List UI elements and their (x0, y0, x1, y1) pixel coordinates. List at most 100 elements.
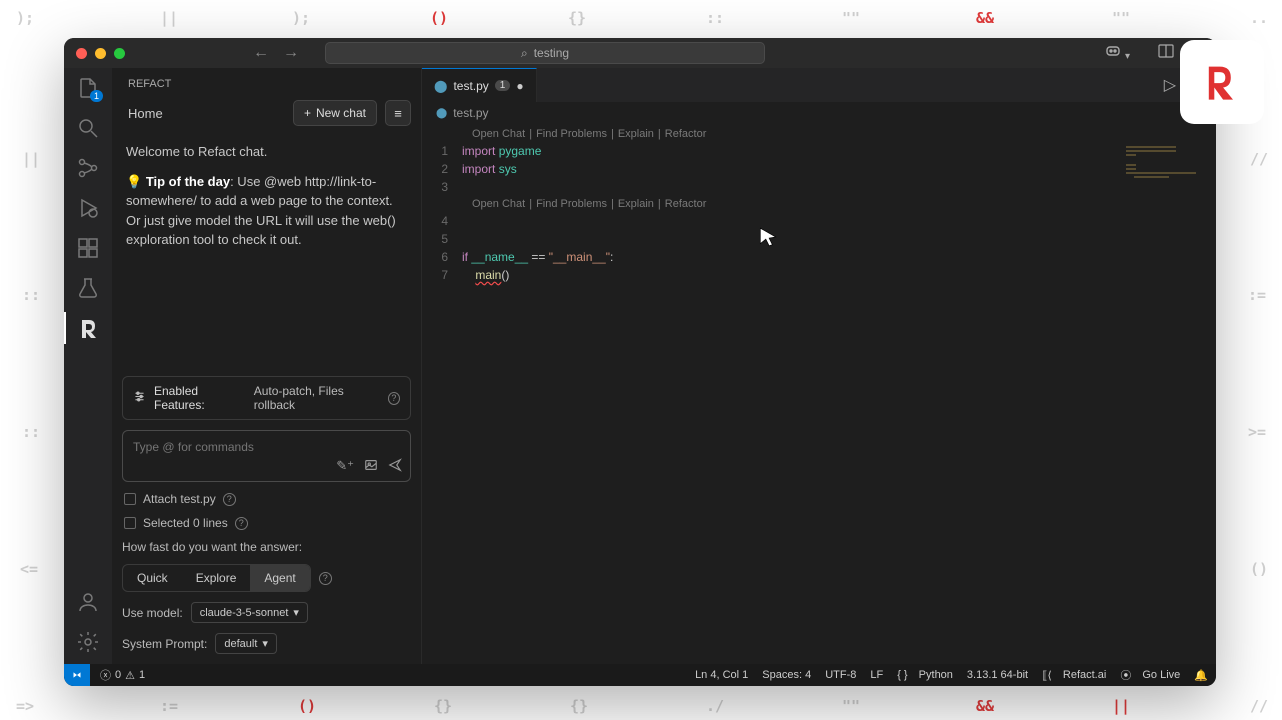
copilot-icon[interactable]: ▾ (1105, 43, 1130, 64)
sysprompt-select[interactable]: default▾ (215, 633, 277, 654)
layout-panel-icon[interactable] (1158, 43, 1174, 64)
codelens-open-chat[interactable]: Open Chat (472, 198, 525, 210)
go-live[interactable]: ⦿ Go Live (1120, 667, 1180, 683)
account-icon[interactable] (76, 590, 100, 614)
magic-icon[interactable]: ✎⁺ (336, 458, 354, 475)
nav-back-icon[interactable]: ← (253, 44, 269, 62)
code-editor[interactable]: Open Chat | Find Problems | Explain | Re… (422, 124, 1216, 664)
codelens-find-problems[interactable]: Find Problems (536, 128, 607, 140)
codelens-explain[interactable]: Explain (618, 198, 654, 210)
seg-quick[interactable]: Quick (123, 565, 182, 591)
plus-icon: + (304, 106, 311, 120)
line-number: 3 (422, 180, 462, 194)
code-line[interactable]: 1import pygame (422, 142, 1216, 160)
help-icon[interactable]: ? (319, 572, 332, 585)
panel-title: REFACT (112, 68, 421, 94)
line-number: 4 (422, 214, 462, 228)
tab-problem-badge: 1 (495, 80, 511, 91)
selected-lines-checkbox[interactable]: Selected 0 lines? (122, 516, 411, 530)
codelens-refactor[interactable]: Refactor (665, 128, 707, 140)
activity-bar: 1 (64, 68, 112, 664)
settings-gear-icon[interactable] (76, 630, 100, 654)
sysprompt-label: System Prompt: (122, 637, 207, 651)
python-file-icon: ⬤ (434, 79, 447, 93)
editor-area: ⬤ test.py 1 ● ▷ ⋯ ⬤ test.py Open Chat | … (422, 68, 1216, 664)
search-icon: ⌕ (521, 46, 528, 61)
minimap[interactable] (1116, 146, 1216, 246)
code-line[interactable]: 5 (422, 230, 1216, 248)
python-env[interactable]: 3.13.1 64-bit (967, 669, 1028, 681)
bell-icon[interactable]: 🔔 (1194, 669, 1208, 682)
explorer-icon[interactable]: 1 (76, 76, 100, 100)
code-line[interactable]: 6if __name__ == "__main__": (422, 248, 1216, 266)
minimize-window-icon[interactable] (95, 48, 106, 59)
code-line[interactable]: 7 main() (422, 266, 1216, 284)
line-number: 1 (422, 144, 462, 158)
vscode-window: ← → ⌕ testing ▾ 1 (64, 38, 1216, 686)
problems-status[interactable]: ⓧ0 ⚠1 (100, 667, 145, 683)
eol-status[interactable]: LF (870, 669, 883, 681)
remote-indicator[interactable] (64, 664, 90, 686)
chevron-down-icon: ▾ (262, 637, 268, 650)
tab-test-py[interactable]: ⬤ test.py 1 ● (422, 68, 537, 102)
enabled-features: Enabled Features: Auto-patch, Files roll… (122, 376, 411, 420)
command-center[interactable]: ⌕ testing (325, 42, 765, 64)
search-text: testing (534, 46, 569, 60)
attach-file-checkbox[interactable]: Attach test.py? (122, 492, 411, 506)
line-number: 7 (422, 268, 462, 282)
breadcrumb[interactable]: ⬤ test.py (422, 102, 1216, 124)
chat-input[interactable]: ✎⁺ (122, 430, 411, 482)
home-link[interactable]: Home (122, 106, 285, 121)
explorer-badge: 1 (90, 90, 103, 102)
modified-dot-icon: ● (516, 79, 523, 93)
lang-status[interactable]: { } Python (897, 669, 953, 681)
run-icon[interactable]: ▷ (1164, 75, 1176, 95)
refact-icon: ⟦⟨ (1042, 669, 1052, 682)
code-line[interactable]: 3 (422, 178, 1216, 196)
chat-input-field[interactable] (133, 440, 400, 454)
model-select[interactable]: claude-3-5-sonnet▾ (191, 602, 308, 623)
nav-forward-icon[interactable]: → (283, 44, 299, 62)
help-icon[interactable]: ? (388, 392, 400, 405)
tip-of-day: 💡 Tip of the day: Use @web http://link-t… (126, 172, 407, 250)
code-line[interactable]: 4 (422, 212, 1216, 230)
close-window-icon[interactable] (76, 48, 87, 59)
status-bar: ⓧ0 ⚠1 Ln 4, Col 1 Spaces: 4 UTF-8 LF { }… (64, 664, 1216, 686)
refact-activity-icon[interactable] (76, 316, 100, 340)
send-icon[interactable] (388, 458, 402, 475)
extensions-icon[interactable] (76, 236, 100, 260)
panel-menu-button[interactable]: ≡ (385, 100, 411, 126)
help-icon[interactable]: ? (235, 517, 248, 530)
seg-explore[interactable]: Explore (182, 565, 251, 591)
maximize-window-icon[interactable] (114, 48, 125, 59)
codelens-refactor[interactable]: Refactor (665, 198, 707, 210)
welcome-text: Welcome to Refact chat. (126, 142, 407, 162)
testing-icon[interactable] (76, 276, 100, 300)
line-number: 6 (422, 250, 462, 264)
help-icon[interactable]: ? (223, 493, 236, 506)
search-activity-icon[interactable] (76, 116, 100, 140)
titlebar: ← → ⌕ testing ▾ (64, 38, 1216, 68)
broadcast-icon: ⦿ (1120, 667, 1131, 683)
codelens-open-chat[interactable]: Open Chat (472, 128, 525, 140)
seg-agent[interactable]: Agent (250, 565, 309, 591)
python-file-icon: ⬤ (436, 108, 447, 119)
indent-status[interactable]: Spaces: 4 (762, 669, 811, 681)
codelens-explain[interactable]: Explain (618, 128, 654, 140)
codelens-find-problems[interactable]: Find Problems (536, 198, 607, 210)
mouse-cursor-icon (757, 226, 779, 251)
warning-icon: ⚠ (125, 669, 135, 682)
encoding-status[interactable]: UTF-8 (825, 669, 856, 681)
debug-icon[interactable] (76, 196, 100, 220)
window-controls (76, 48, 125, 59)
new-chat-button[interactable]: +New chat (293, 100, 377, 126)
speed-segment: Quick Explore Agent (122, 564, 311, 592)
refact-status[interactable]: ⟦⟨ Refact.ai (1042, 669, 1106, 682)
refact-side-panel: REFACT Home +New chat ≡ Welcome to Refac… (112, 68, 422, 664)
scm-icon[interactable] (76, 156, 100, 180)
image-icon[interactable] (364, 458, 378, 475)
braces-icon: { } (897, 669, 907, 681)
cursor-position[interactable]: Ln 4, Col 1 (695, 669, 748, 681)
chevron-down-icon: ▾ (293, 606, 299, 619)
code-line[interactable]: 2import sys (422, 160, 1216, 178)
